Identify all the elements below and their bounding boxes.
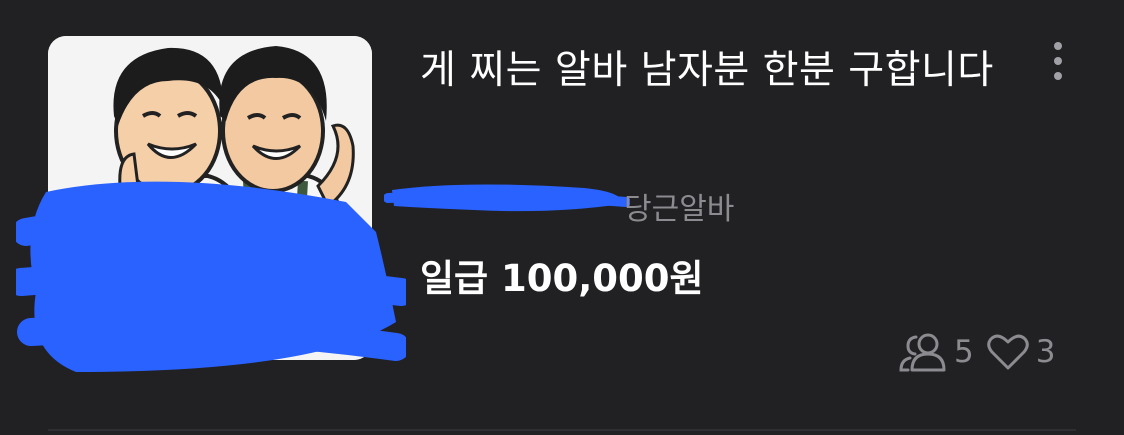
listing-title[interactable]: 게 찌는 알바 남자분 한분 구합니다 <box>420 40 1000 101</box>
cartoon-illustration <box>48 36 372 360</box>
listing-thumbnail <box>48 36 372 360</box>
applicants-stat: 5 <box>898 332 974 372</box>
listing-price: 일급 100,000원 <box>420 257 704 300</box>
job-listing-item[interactable]: 게 찌는 알바 남자분 한분 구합니다 당근알바 일급 100,000원 5 3 <box>0 0 1124 435</box>
listing-source: 당근알바 <box>624 192 735 227</box>
heart-icon <box>986 334 1029 370</box>
more-options-button[interactable] <box>1040 38 1076 84</box>
likes-stat: 3 <box>986 332 1056 372</box>
list-divider <box>48 429 1076 431</box>
people-icon <box>899 333 946 372</box>
redaction-scribble-meta <box>384 184 630 212</box>
listing-stats: 5 3 <box>898 330 1055 374</box>
more-vertical-icon <box>1054 42 1062 50</box>
applicants-count: 5 <box>954 334 974 370</box>
likes-count: 3 <box>1035 334 1056 370</box>
